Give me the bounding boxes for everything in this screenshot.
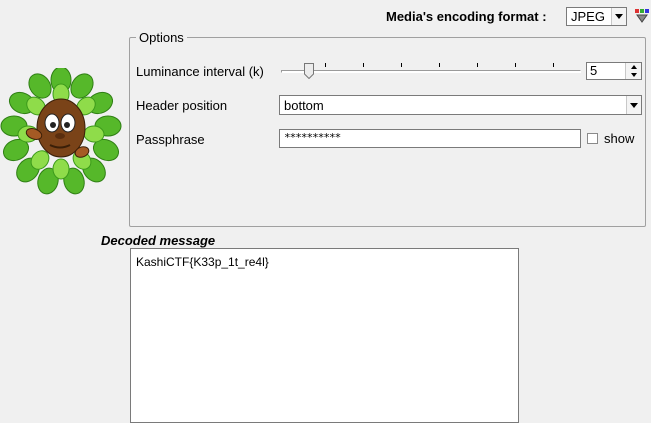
- show-passphrase-checkbox[interactable]: [587, 133, 598, 144]
- spinner-down-icon[interactable]: [626, 71, 641, 79]
- slider-tick: [439, 63, 440, 67]
- passphrase-field[interactable]: **********: [279, 129, 581, 148]
- spinner-up-icon[interactable]: [626, 63, 641, 71]
- show-passphrase-label[interactable]: show: [604, 131, 634, 146]
- color-palette-icon[interactable]: [634, 8, 650, 24]
- slider-tick: [553, 63, 554, 67]
- slider-tick: [325, 63, 326, 67]
- decoded-message-textarea[interactable]: KashiCTF{K33p_1t_re4l}: [130, 248, 519, 423]
- encoding-format-value: JPEG: [571, 9, 605, 24]
- slider-tick: [477, 63, 478, 67]
- passphrase-label: Passphrase: [136, 132, 205, 147]
- luminance-interval-label: Luminance interval (k): [136, 64, 264, 79]
- decoded-message-title: Decoded message: [101, 233, 216, 248]
- luminance-interval-value: 5: [590, 63, 598, 78]
- chevron-down-icon: [611, 8, 626, 25]
- luminance-slider-thumb[interactable]: [304, 63, 314, 79]
- slider-tick: [363, 63, 364, 67]
- header-position-value: bottom: [284, 97, 324, 113]
- encoding-format-select[interactable]: JPEG: [566, 7, 627, 26]
- chevron-down-icon: [626, 96, 641, 114]
- header-position-label: Header position: [136, 98, 228, 113]
- options-legend: Options: [136, 30, 187, 45]
- slider-tick: [401, 63, 402, 67]
- slider-tick: [515, 63, 516, 67]
- header-position-select[interactable]: bottom: [279, 95, 642, 115]
- decoded-message-text: KashiCTF{K33p_1t_re4l}: [136, 255, 269, 269]
- spinner-buttons[interactable]: [625, 63, 641, 79]
- mascot-logo-icon: [0, 68, 122, 195]
- encoding-format-label: Media's encoding format :: [386, 9, 547, 24]
- luminance-slider-track[interactable]: [281, 70, 581, 73]
